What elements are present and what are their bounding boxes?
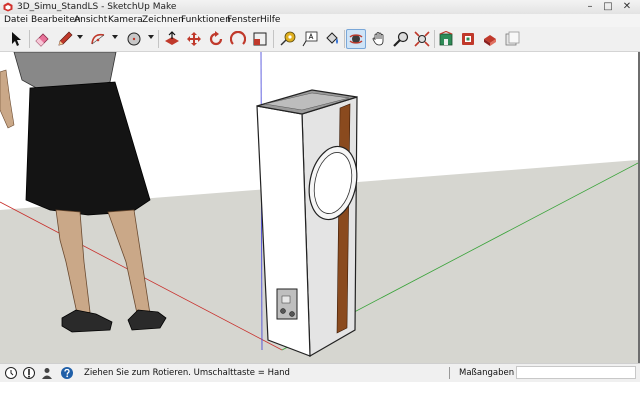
menu-funktionen[interactable]: Funktionen — [181, 14, 231, 27]
shapes-tool-button[interactable] — [124, 29, 144, 49]
move-tool-button[interactable] — [184, 29, 204, 49]
status-hint: Ziehen Sie zum Rotieren. Umschalttaste =… — [84, 368, 290, 378]
paint-bucket-icon — [326, 32, 338, 44]
rotate-tool-button[interactable] — [206, 29, 226, 49]
extension-icon — [462, 33, 474, 45]
menu-kamera[interactable]: Kamera — [108, 14, 143, 27]
speaker-stand-model[interactable] — [256, 89, 363, 358]
main-toolbar — [0, 27, 640, 52]
zoom-tool-button[interactable] — [391, 29, 411, 49]
arc-icon — [91, 33, 105, 45]
paint-bucket-tool-button[interactable] — [322, 29, 342, 49]
orbit-icon — [349, 34, 363, 44]
model-viewport[interactable] — [0, 52, 638, 363]
pencil-icon — [58, 31, 73, 46]
arc-tool-button[interactable] — [88, 29, 108, 49]
scene-canvas[interactable] — [0, 52, 638, 363]
extension-warehouse-button[interactable] — [458, 29, 478, 49]
line-tool-button[interactable] — [55, 29, 75, 49]
toolbar-separator — [29, 30, 30, 48]
tape-measure-icon — [280, 31, 296, 46]
status-bar: Ziehen Sie zum Rotieren. Umschalttaste =… — [0, 363, 640, 382]
menu-datei[interactable]: Datei — [4, 14, 28, 27]
menu-ansicht[interactable]: Ansicht — [74, 14, 107, 27]
zoom-icon — [393, 31, 409, 47]
minimize-button[interactable]: – — [583, 1, 597, 13]
layout-button[interactable] — [502, 29, 522, 49]
eraser-icon — [35, 33, 49, 47]
geo-location-icon[interactable] — [4, 366, 18, 380]
menu-bar: Datei Bearbeiten Ansicht Kamera Zeichnen… — [0, 14, 640, 27]
share-model-button[interactable] — [480, 29, 500, 49]
follow-me-tool-button[interactable] — [228, 29, 248, 49]
menu-fenster[interactable]: Fenster — [227, 14, 260, 27]
help-icon[interactable] — [60, 366, 74, 380]
title-bar: 3D_Simu_StandLS - SketchUp Make – □ ✕ — [0, 0, 640, 14]
rotate-icon — [209, 31, 223, 46]
circle-icon — [127, 32, 141, 46]
zoom-extents-tool-button[interactable] — [412, 29, 432, 49]
scale-tool-button[interactable] — [250, 29, 270, 49]
select-tool-button[interactable] — [6, 29, 26, 49]
toolbar-separator — [158, 30, 159, 48]
user-icon[interactable] — [40, 366, 54, 380]
shapes-tool-dropdown[interactable] — [148, 35, 154, 39]
line-tool-dropdown[interactable] — [77, 35, 83, 39]
layout-icon — [505, 31, 520, 46]
share-model-icon — [484, 35, 496, 46]
scale-icon — [253, 32, 267, 46]
toolbar-separator — [273, 30, 274, 48]
window-bottom — [0, 382, 640, 409]
measurements-label: Maßangaben — [459, 368, 515, 378]
arc-tool-dropdown[interactable] — [112, 35, 118, 39]
maximize-button[interactable]: □ — [601, 1, 615, 13]
move-icon — [187, 32, 201, 46]
orbit-tool-button[interactable] — [346, 29, 366, 49]
text-tool-button[interactable] — [300, 29, 320, 49]
zoom-extents-icon — [414, 31, 430, 47]
follow-me-icon — [230, 31, 246, 45]
toolbar-separator — [434, 30, 435, 48]
push-pull-tool-button[interactable] — [162, 29, 182, 49]
eraser-tool-button[interactable] — [32, 29, 52, 49]
pan-tool-button[interactable] — [369, 29, 389, 49]
sketchup-app-icon[interactable] — [3, 2, 13, 12]
vcb-grip — [449, 367, 450, 379]
text-icon — [302, 31, 318, 47]
window-title: 3D_Simu_StandLS - SketchUp Make — [17, 2, 177, 12]
tape-measure-tool-button[interactable] — [278, 29, 298, 49]
push-pull-icon — [165, 31, 179, 45]
credits-icon[interactable] — [22, 366, 36, 380]
arrow-cursor-icon — [12, 32, 21, 46]
3d-warehouse-button[interactable] — [436, 29, 456, 49]
sketchup-window: 3D_Simu_StandLS - SketchUp Make – □ ✕ Da… — [0, 0, 640, 409]
toolbar-separator — [344, 30, 345, 48]
menu-hilfe[interactable]: Hilfe — [260, 14, 280, 27]
warehouse-icon — [439, 31, 453, 46]
measurements-input[interactable] — [516, 366, 636, 379]
hand-icon — [372, 32, 384, 46]
menu-zeichnen[interactable]: Zeichnen — [142, 14, 184, 27]
close-button[interactable]: ✕ — [619, 1, 635, 13]
